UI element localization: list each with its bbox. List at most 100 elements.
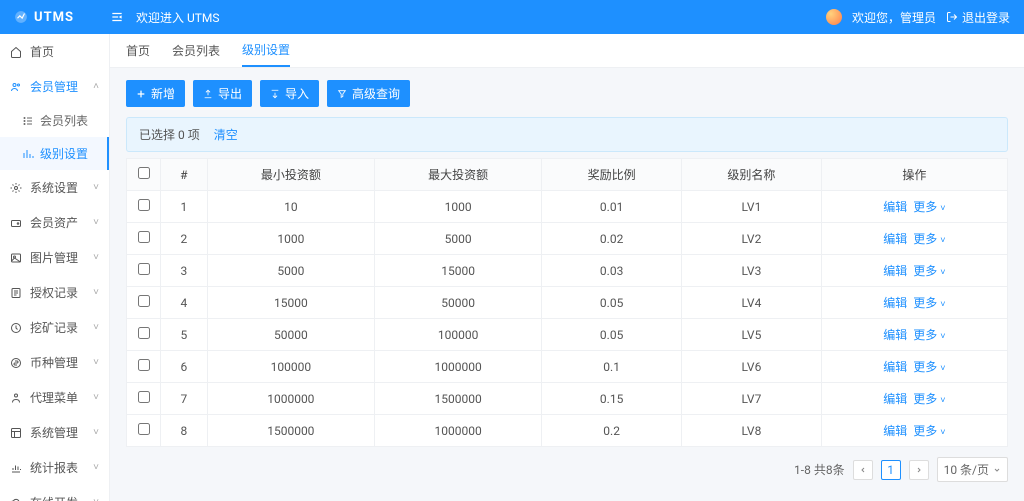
clear-selection-button[interactable]: 清空 bbox=[214, 126, 238, 143]
row-checkbox[interactable] bbox=[138, 391, 150, 403]
chevron-down-icon bbox=[993, 466, 1001, 474]
sidebar-item-7[interactable]: 币种管理˅ bbox=[0, 345, 109, 380]
sidebar-item-1[interactable]: 会员管理˄ bbox=[0, 69, 109, 104]
avatar[interactable] bbox=[826, 9, 842, 25]
sidebar-item-8[interactable]: 代理菜单˅ bbox=[0, 380, 109, 415]
export-label: 导出 bbox=[218, 85, 242, 102]
more-link[interactable]: 更多 ˅ bbox=[913, 424, 945, 438]
edit-link[interactable]: 编辑 bbox=[883, 296, 907, 310]
advanced-search-button[interactable]: 高级查询 bbox=[327, 80, 410, 107]
row-checkbox[interactable] bbox=[138, 231, 150, 243]
more-link[interactable]: 更多 ˅ bbox=[913, 200, 945, 214]
table-row: 610000010000000.1LV6编辑更多 ˅ bbox=[127, 351, 1008, 383]
edit-link[interactable]: 编辑 bbox=[883, 200, 907, 214]
cell-ops: 编辑更多 ˅ bbox=[821, 415, 1007, 447]
cell-max: 1500000 bbox=[374, 383, 541, 415]
sidebar-subitem-1-0[interactable]: 会员列表 bbox=[0, 104, 109, 137]
import-label: 导入 bbox=[285, 85, 309, 102]
sidebar-item-4[interactable]: 图片管理˅ bbox=[0, 240, 109, 275]
cell-min: 5000 bbox=[207, 255, 374, 287]
wallet-icon bbox=[10, 217, 22, 229]
page-number-button[interactable]: 1 bbox=[881, 460, 901, 480]
row-checkbox[interactable] bbox=[138, 423, 150, 435]
cell-rate: 0.01 bbox=[542, 191, 682, 223]
row-checkbox[interactable] bbox=[138, 359, 150, 371]
logout-button[interactable]: 退出登录 bbox=[946, 9, 1010, 26]
edit-link[interactable]: 编辑 bbox=[883, 392, 907, 406]
sidebar-item-0[interactable]: 首页 bbox=[0, 34, 109, 69]
chevron-down-icon: ˅ bbox=[940, 300, 945, 310]
prev-page-button[interactable] bbox=[853, 460, 873, 480]
more-link[interactable]: 更多 ˅ bbox=[913, 232, 945, 246]
chevron-down-icon: ˅ bbox=[93, 252, 99, 263]
cell-rate: 0.03 bbox=[542, 255, 682, 287]
logo-icon bbox=[14, 10, 28, 24]
row-checkbox[interactable] bbox=[138, 263, 150, 275]
more-link[interactable]: 更多 ˅ bbox=[913, 360, 945, 374]
collapse-sidebar-icon[interactable] bbox=[110, 10, 124, 24]
sidebar-item-9[interactable]: 系统管理˅ bbox=[0, 415, 109, 450]
tab-2[interactable]: 级别设置 bbox=[242, 34, 290, 67]
image-icon bbox=[10, 252, 22, 264]
chevron-down-icon: ˅ bbox=[940, 332, 945, 342]
selected-count: 已选择 0 项 bbox=[139, 126, 200, 143]
more-link[interactable]: 更多 ˅ bbox=[913, 264, 945, 278]
row-checkbox[interactable] bbox=[138, 327, 150, 339]
cell-name: LV5 bbox=[682, 319, 822, 351]
selection-alert: 已选择 0 项 清空 bbox=[126, 117, 1008, 152]
sys-icon bbox=[10, 427, 22, 439]
sidebar-label: 授权记录 bbox=[30, 284, 78, 301]
cell-name: LV6 bbox=[682, 351, 822, 383]
cell-max: 15000 bbox=[374, 255, 541, 287]
sidebar-label: 在线开发 bbox=[30, 494, 78, 501]
cell-name: LV1 bbox=[682, 191, 822, 223]
export-button[interactable]: 导出 bbox=[193, 80, 252, 107]
chevron-down-icon: ˅ bbox=[940, 364, 945, 374]
cell-rate: 0.05 bbox=[542, 319, 682, 351]
cell-rate: 0.15 bbox=[542, 383, 682, 415]
edit-link[interactable]: 编辑 bbox=[883, 424, 907, 438]
edit-link[interactable]: 编辑 bbox=[883, 264, 907, 278]
sidebar-subitem-1-1[interactable]: 级别设置 bbox=[0, 137, 109, 170]
table-row: 11010000.01LV1编辑更多 ˅ bbox=[127, 191, 1008, 223]
cell-max: 5000 bbox=[374, 223, 541, 255]
cell-ops: 编辑更多 ˅ bbox=[821, 287, 1007, 319]
sidebar-label: 系统管理 bbox=[30, 424, 78, 441]
row-checkbox[interactable] bbox=[138, 199, 150, 211]
more-link[interactable]: 更多 ˅ bbox=[913, 296, 945, 310]
sidebar-item-5[interactable]: 授权记录˅ bbox=[0, 275, 109, 310]
sidebar-item-2[interactable]: 系统设置˅ bbox=[0, 170, 109, 205]
cloud-icon bbox=[10, 497, 22, 501]
cell-min: 15000 bbox=[207, 287, 374, 319]
cell-min: 50000 bbox=[207, 319, 374, 351]
agent-icon bbox=[10, 392, 22, 404]
tab-0[interactable]: 首页 bbox=[126, 34, 150, 67]
edit-link[interactable]: 编辑 bbox=[883, 360, 907, 374]
more-link[interactable]: 更多 ˅ bbox=[913, 392, 945, 406]
edit-link[interactable]: 编辑 bbox=[883, 328, 907, 342]
col-header-2: 最大投资额 bbox=[374, 159, 541, 191]
select-all-checkbox[interactable] bbox=[138, 167, 150, 179]
add-button[interactable]: 新增 bbox=[126, 80, 185, 107]
edit-link[interactable]: 编辑 bbox=[883, 232, 907, 246]
next-page-button[interactable] bbox=[909, 460, 929, 480]
mine-icon bbox=[10, 322, 22, 334]
more-link[interactable]: 更多 ˅ bbox=[913, 328, 945, 342]
row-checkbox[interactable] bbox=[138, 295, 150, 307]
sidebar-item-10[interactable]: 统计报表˅ bbox=[0, 450, 109, 485]
chevron-down-icon: ˅ bbox=[940, 236, 945, 246]
sidebar-label: 代理菜单 bbox=[30, 389, 78, 406]
page-size-select[interactable]: 10 条/页 bbox=[937, 457, 1008, 482]
cell-name: LV2 bbox=[682, 223, 822, 255]
sidebar-item-11[interactable]: 在线开发˅ bbox=[0, 485, 109, 501]
cell-rate: 0.2 bbox=[542, 415, 682, 447]
cell-idx: 1 bbox=[161, 191, 208, 223]
sidebar-item-6[interactable]: 挖矿记录˅ bbox=[0, 310, 109, 345]
welcome-text: 欢迎进入 UTMS bbox=[136, 9, 826, 26]
import-button[interactable]: 导入 bbox=[260, 80, 319, 107]
tab-1[interactable]: 会员列表 bbox=[172, 34, 220, 67]
upload-icon bbox=[203, 89, 213, 99]
chevron-up-icon: ˄ bbox=[93, 81, 99, 92]
sidebar-item-3[interactable]: 会员资产˅ bbox=[0, 205, 109, 240]
cell-idx: 6 bbox=[161, 351, 208, 383]
